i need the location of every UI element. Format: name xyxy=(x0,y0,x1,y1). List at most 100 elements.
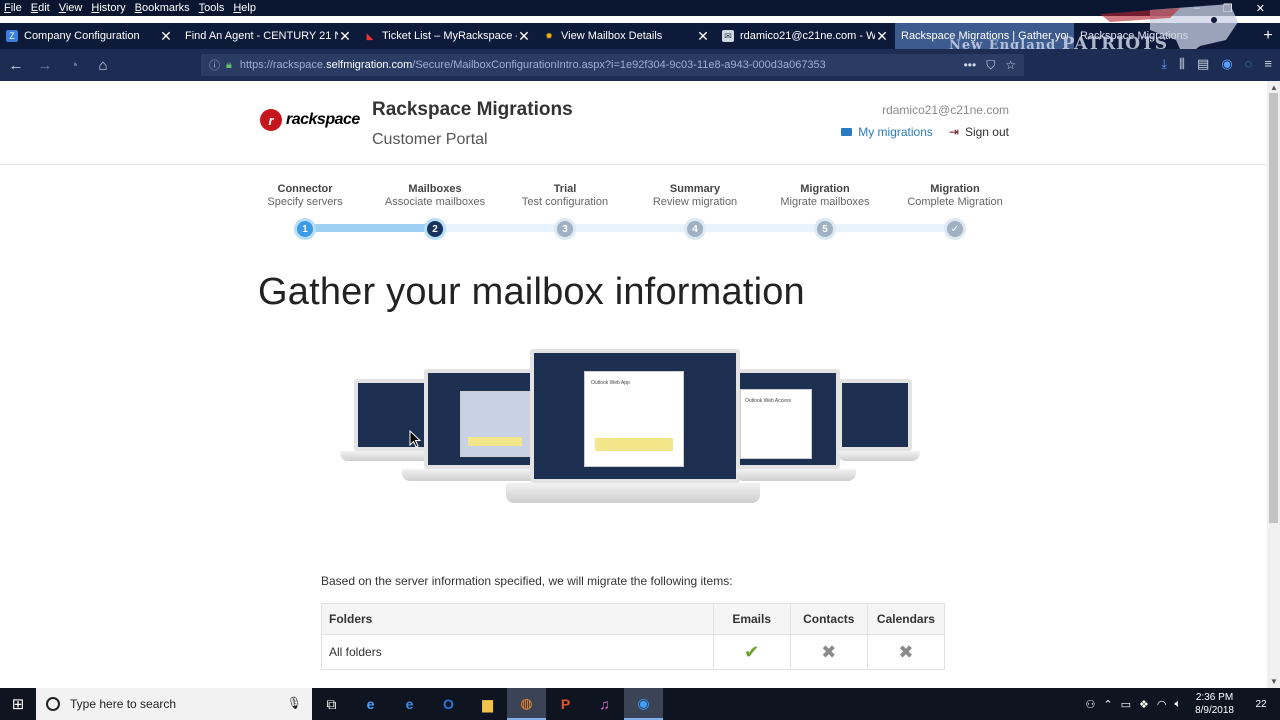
tab-webmail[interactable]: ✉ rdamico21@c21ne.com - Web ✕ xyxy=(716,23,895,49)
library-icon[interactable]: ⫼ xyxy=(1179,56,1185,72)
battery-icon[interactable]: ▭ xyxy=(1121,698,1131,711)
tab-view-mailbox[interactable]: ✹ View Mailbox Details ✕ xyxy=(537,23,716,49)
sign-out-icon: ⇥ xyxy=(948,125,959,139)
page-scrollbar[interactable]: ▲ ▼ xyxy=(1267,81,1280,688)
scroll-up-icon[interactable]: ▲ xyxy=(1270,83,1278,92)
close-window-icon[interactable]: ✕ xyxy=(1256,2,1265,15)
url-text[interactable]: https://rackspace.selfmigration.com/Secu… xyxy=(240,59,964,71)
menu-help[interactable]: Help xyxy=(233,2,256,14)
minimize-icon[interactable]: – xyxy=(1194,2,1200,15)
people-icon[interactable]: ⚇ xyxy=(1085,698,1095,711)
page-content: r rackspace Rackspace Migrations Custome… xyxy=(0,81,1267,688)
notification-center-icon[interactable]: 22 xyxy=(1248,699,1274,710)
bookmark-star-icon[interactable]: ☆ xyxy=(1005,58,1016,73)
itunes-icon[interactable]: ♫ xyxy=(585,688,624,720)
download-icon[interactable]: ⤓ xyxy=(1161,56,1167,72)
task-view-icon[interactable]: ⧉ xyxy=(312,688,351,720)
step-complete: Migration Complete Migration ✓ xyxy=(890,183,1020,240)
step-summary: Summary Review migration 4 xyxy=(630,183,760,240)
extension-icon[interactable]: ◉ xyxy=(1221,56,1232,72)
step-mailboxes[interactable]: Mailboxes Associate mailboxes 2 xyxy=(370,183,500,240)
info-icon[interactable]: ⓘ xyxy=(209,57,220,73)
step-dot: 1 xyxy=(294,218,316,240)
tab-ticket-list[interactable]: ◣ Ticket List – MyRackspace — M ✕ xyxy=(358,23,537,49)
sidebar-icon[interactable]: ▤ xyxy=(1197,56,1209,72)
extension2-icon[interactable]: ◌ xyxy=(1245,56,1253,72)
windows-start-icon[interactable]: ⊞ xyxy=(0,688,36,720)
x-icon: ✖ xyxy=(821,641,837,662)
scroll-down-icon[interactable]: ▼ xyxy=(1270,677,1278,686)
close-tab-icon[interactable]: ✕ xyxy=(159,28,173,45)
url-bar[interactable]: ⓘ 🔒︎ https://rackspace.selfmigration.com… xyxy=(201,54,1024,76)
page-actions-icon[interactable]: ••• xyxy=(964,58,977,73)
step-dot: 2 xyxy=(424,218,446,240)
laptops-illustration: Outlook Web App Outlook Web Access xyxy=(340,349,920,529)
col-calendars: Calendars xyxy=(866,603,946,635)
step-dot: 4 xyxy=(684,218,706,240)
step-dot: 3 xyxy=(554,218,576,240)
dropbox-icon[interactable]: ❖ xyxy=(1139,698,1149,711)
menu-bookmarks[interactable]: Bookmarks xyxy=(135,2,190,14)
progress-fill xyxy=(305,224,435,232)
forward-icon[interactable]: → xyxy=(32,52,58,78)
tab-company-configuration[interactable]: Z Company Configuration ✕ xyxy=(0,23,179,49)
firefox-icon[interactable]: ◍ xyxy=(507,688,546,720)
calendars-cell: ✖ xyxy=(866,634,946,670)
rackspace-logo[interactable]: r rackspace xyxy=(260,109,360,131)
back-icon[interactable]: ← xyxy=(3,52,29,78)
network-icon[interactable]: ◠ xyxy=(1157,698,1167,711)
page-headline: Gather your mailbox information xyxy=(258,271,805,313)
step-trial: Trial Test configuration 3 xyxy=(500,183,630,240)
menu-history[interactable]: History xyxy=(91,2,125,14)
step-migration: Migration Migrate mailboxes 5 xyxy=(760,183,890,240)
home-icon[interactable]: ⌂ xyxy=(90,52,116,78)
clock[interactable]: 2:36 PM 8/9/2018 xyxy=(1195,691,1234,717)
col-contacts: Contacts xyxy=(789,603,868,635)
taskbar-search[interactable]: Type here to search 🎙︎ xyxy=(36,688,312,720)
col-folders: Folders xyxy=(321,603,714,635)
menu-view[interactable]: View xyxy=(59,2,83,14)
tray-expand-icon[interactable]: ⌃ xyxy=(1103,698,1112,711)
microphone-icon[interactable]: 🎙︎ xyxy=(287,696,302,710)
step-dot: 5 xyxy=(814,218,836,240)
menu-file[interactable]: File xyxy=(4,2,22,14)
loading-icon[interactable]: ◔ xyxy=(61,52,87,78)
system-tray: ⚇ ⌃ ▭ ❖ ◠ 🔈︎ 2:36 PM 8/9/2018 22 xyxy=(1085,691,1280,717)
sign-out-link[interactable]: ⇥ Sign out xyxy=(949,125,1009,139)
menu-edit[interactable]: Edit xyxy=(31,2,50,14)
step-connector[interactable]: Connector Specify servers 1 xyxy=(240,183,370,240)
folder-cell: All folders xyxy=(321,634,714,670)
menu-tools[interactable]: Tools xyxy=(199,2,225,14)
mail-icon: ✉ xyxy=(722,30,734,42)
close-tab-icon[interactable]: ✕ xyxy=(517,28,531,45)
volume-icon[interactable]: 🔈︎ xyxy=(1174,698,1181,711)
edge-icon[interactable]: e xyxy=(390,688,429,720)
scrollbar-thumb[interactable] xyxy=(1269,93,1278,523)
my-migrations-link[interactable]: My migrations xyxy=(841,125,933,139)
close-tab-icon[interactable]: ✕ xyxy=(338,28,352,45)
hamburger-menu-icon[interactable]: ≡ xyxy=(1264,56,1272,72)
close-tab-icon[interactable]: ✕ xyxy=(696,28,710,45)
camera-app-icon[interactable]: ◉ xyxy=(624,688,663,720)
z-icon: Z xyxy=(6,30,18,42)
rackspace-icon: ◣ xyxy=(366,30,374,41)
emails-cell: ✔ xyxy=(712,634,791,670)
table-row: All folders ✔ ✖ ✖ xyxy=(321,634,946,670)
maximize-icon[interactable]: ❐ xyxy=(1223,2,1233,15)
powerpoint-icon[interactable]: P xyxy=(546,688,585,720)
new-tab-icon[interactable]: + xyxy=(1256,23,1280,49)
site-subtitle: Customer Portal xyxy=(372,131,488,148)
intro-text: Based on the server information specifie… xyxy=(321,574,733,588)
tab-find-agent[interactable]: Find An Agent - CENTURY 21 North ✕ xyxy=(179,23,358,49)
user-email: rdamico21@c21ne.com xyxy=(882,103,1009,117)
close-tab-icon[interactable]: ✕ xyxy=(875,28,889,45)
pocket-icon[interactable]: ⛉ xyxy=(986,58,995,73)
nav-bar: ← → ◔ ⌂ ⓘ 🔒︎ https://rackspace.selfmigra… xyxy=(0,49,1280,81)
checkmark-icon: ✔ xyxy=(744,641,760,662)
step-dot: ✓ xyxy=(944,218,966,240)
file-explorer-icon[interactable]: ▆ xyxy=(468,688,507,720)
ie-icon[interactable]: e xyxy=(351,688,390,720)
lock-icon: 🔒︎ xyxy=(226,58,232,71)
progress-steps: Connector Specify servers 1 Mailboxes As… xyxy=(240,183,1020,243)
outlook-icon[interactable]: O xyxy=(429,688,468,720)
